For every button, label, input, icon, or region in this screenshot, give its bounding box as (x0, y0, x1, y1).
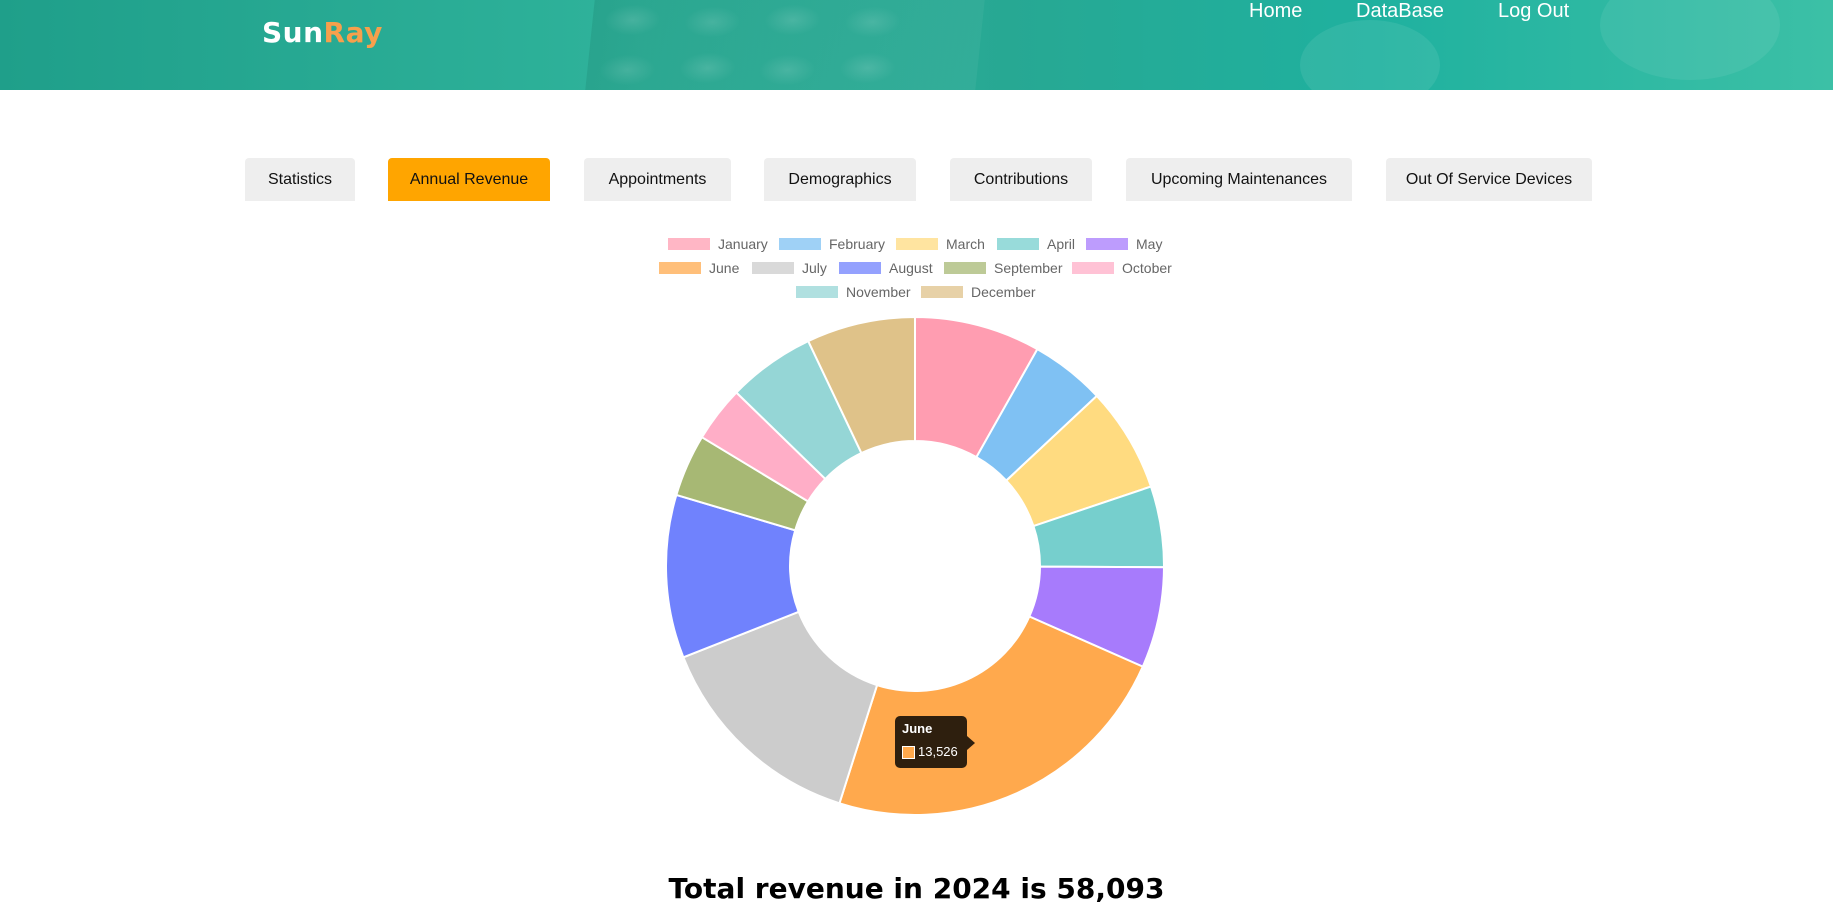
tab-out-of-service-devices[interactable]: Out Of Service Devices (1386, 158, 1592, 201)
tab-bar: Statistics Annual Revenue Appointments D… (0, 158, 1833, 201)
legend-swatch (839, 262, 881, 274)
tab-upcoming-maintenances[interactable]: Upcoming Maintenances (1126, 158, 1352, 201)
legend-label: March (946, 236, 985, 252)
tab-contributions[interactable]: Contributions (950, 158, 1092, 201)
legend-swatch (779, 238, 821, 250)
legend-label: May (1136, 236, 1163, 252)
legend-item-november[interactable]: November (796, 284, 911, 300)
legend-item-may[interactable]: May (1086, 236, 1162, 252)
header-background-image (585, 0, 985, 90)
tooltip-title: June (902, 721, 933, 736)
nav-home-link[interactable]: Home (1249, 0, 1302, 23)
legend-label: November (846, 284, 911, 300)
nav-logout-link[interactable]: Log Out (1498, 0, 1569, 23)
nav-database-link[interactable]: DataBase (1356, 0, 1444, 23)
legend-item-september[interactable]: September (944, 260, 1062, 276)
legend-item-january[interactable]: January (668, 236, 768, 252)
legend-swatch (796, 286, 838, 298)
total-revenue-text: Total revenue in 2024 is 58,093 (668, 872, 1165, 905)
legend-item-june[interactable]: June (659, 260, 739, 276)
tab-demographics[interactable]: Demographics (764, 158, 916, 201)
legend-label: June (709, 260, 740, 276)
legend-item-august[interactable]: August (839, 260, 933, 276)
legend-item-march[interactable]: March (896, 236, 985, 252)
tab-statistics[interactable]: Statistics (245, 158, 355, 201)
logo-text-ray: Ray (323, 16, 383, 49)
legend-swatch (997, 238, 1039, 250)
legend-label: January (718, 236, 768, 252)
legend-label: April (1047, 236, 1076, 252)
legend-label: December (971, 284, 1036, 300)
legend-item-april[interactable]: April (997, 236, 1075, 252)
legend-swatch (659, 262, 701, 274)
legend-swatch (1072, 262, 1114, 274)
slice-june[interactable] (838, 615, 1145, 816)
tab-appointments[interactable]: Appointments (584, 158, 731, 201)
legend-swatch (752, 262, 794, 274)
header-decoration (1300, 20, 1440, 90)
legend-swatch (668, 238, 710, 250)
legend-swatch (921, 286, 963, 298)
legend-label: July (802, 260, 827, 276)
logo[interactable]: SunRay (262, 16, 383, 49)
logo-text-sun: Sun (262, 16, 324, 49)
legend-label: September (994, 260, 1063, 276)
tooltip-swatch (902, 746, 915, 759)
legend-label: February (829, 236, 886, 252)
legend-swatch (944, 262, 986, 274)
legend-item-february[interactable]: February (779, 236, 885, 252)
legend-item-december[interactable]: December (921, 284, 1036, 300)
chart-tooltip: June 13,526 (895, 716, 975, 768)
tab-annual-revenue[interactable]: Annual Revenue (388, 158, 550, 201)
legend-item-october[interactable]: October (1072, 260, 1172, 276)
legend-swatch (1086, 238, 1128, 250)
header-decoration (1600, 0, 1780, 80)
tooltip-value: 13,526 (918, 744, 958, 759)
legend-swatch (896, 238, 938, 250)
top-navbar: SunRay Home DataBase Log Out (0, 0, 1833, 90)
legend-label: October (1122, 260, 1172, 276)
legend-item-july[interactable]: July (752, 260, 827, 276)
legend-label: August (889, 260, 933, 276)
